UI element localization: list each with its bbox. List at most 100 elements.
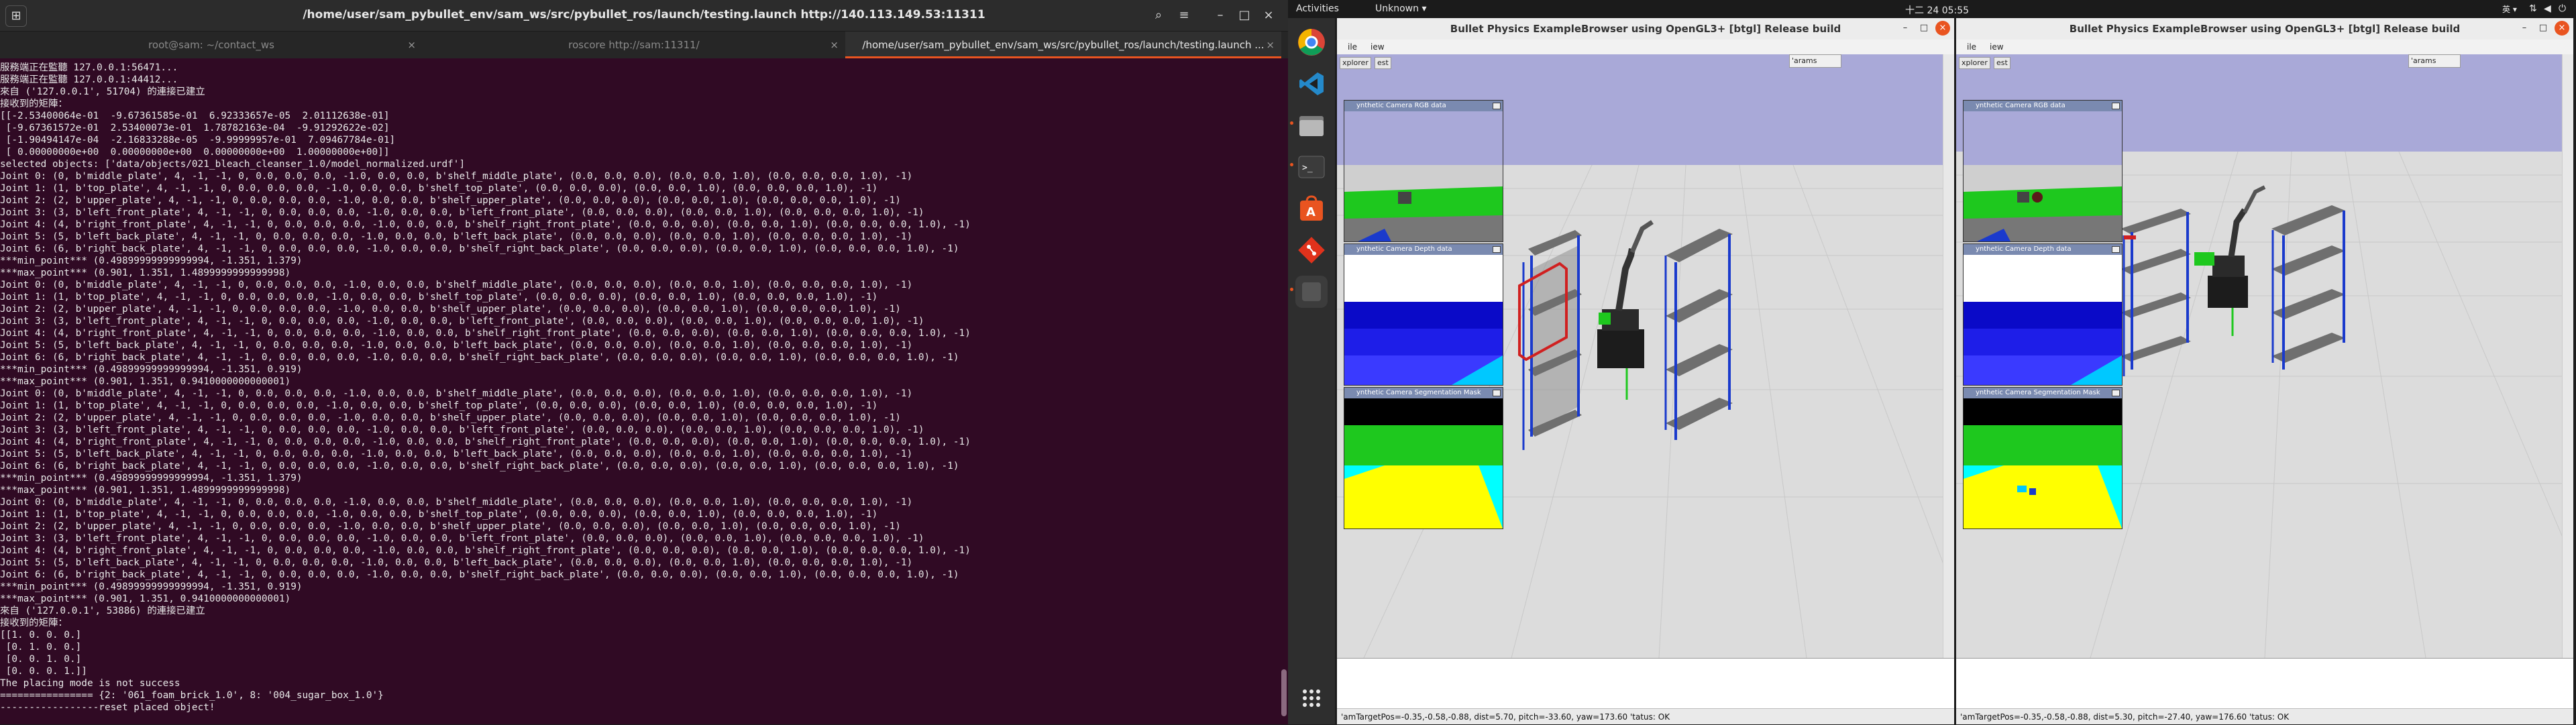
menu-file[interactable]: ile bbox=[1967, 42, 1976, 52]
terminal-output[interactable]: 服務端正在監聽 127.0.0.1:56471... 服務端正在監聽 127.0.… bbox=[0, 62, 1275, 722]
terminal-window[interactable]: ⊞ /home/user/sam_pybullet_env/sam_ws/src… bbox=[0, 0, 1288, 724]
camera-depth-panel[interactable]: ynthetic Camera Depth data bbox=[1963, 243, 2123, 386]
panel-toggle-icon[interactable] bbox=[1493, 103, 1501, 109]
tab-close-icon[interactable]: × bbox=[830, 32, 839, 58]
gnome-top-bar: Activities Unknown ▾ 十二 24 05:55 英 ▾ ⇅ ◀… bbox=[1288, 0, 2576, 18]
tab-contact-ws[interactable]: root@sam: ~/contact_ws × bbox=[0, 32, 423, 58]
terminal-icon[interactable]: >_ bbox=[1295, 151, 1328, 183]
menu-view[interactable]: iew bbox=[1990, 42, 2004, 52]
terminal-line: Joint 5: (5, b'left_back_plate', 4, -1, … bbox=[0, 557, 913, 568]
minimize-icon[interactable]: – bbox=[2517, 21, 2532, 36]
3d-viewport[interactable]: xplorer est 'arams ynthetic Camera RGB d… bbox=[1337, 54, 1943, 658]
console-area[interactable] bbox=[1337, 658, 1954, 709]
terminal-line: 來自 ('127.0.0.1', 51704) 的連接已建立 bbox=[0, 87, 205, 97]
terminal-line: Joint 5: (5, b'left_back_plate', 4, -1, … bbox=[0, 340, 913, 351]
input-method-icon[interactable]: 英 ▾ bbox=[2502, 3, 2517, 15]
volume-icon[interactable]: ◀ bbox=[2544, 3, 2551, 14]
maximize-icon[interactable]: □ bbox=[1234, 5, 1254, 25]
terminal-line: The placing mode is not success bbox=[0, 678, 180, 689]
terminal-line: Joint 0: (0, b'middle_plate', 4, -1, -1,… bbox=[0, 280, 913, 290]
tab-close-icon[interactable]: × bbox=[407, 32, 416, 58]
camera-depth-panel[interactable]: ynthetic Camera Depth data bbox=[1344, 243, 1503, 386]
tab-explorer[interactable]: xplorer bbox=[1340, 57, 1371, 69]
menu-file[interactable]: ile bbox=[1348, 42, 1357, 52]
tab-testing-launch[interactable]: /home/user/sam_pybullet_env/sam_ws/src/p… bbox=[845, 32, 1281, 58]
3d-viewport[interactable]: xplorer est 'arams ynthetic Camera RGB d… bbox=[1956, 54, 2563, 658]
camera-segmentation-panel[interactable]: ynthetic Camera Segmentation Mask bbox=[1963, 387, 2123, 529]
terminal-line: Joint 0: (0, b'middle_plate', 4, -1, -1,… bbox=[0, 388, 913, 399]
terminal-titlebar[interactable]: ⊞ /home/user/sam_pybullet_env/sam_ws/src… bbox=[0, 0, 1288, 32]
files-icon[interactable] bbox=[1295, 109, 1328, 142]
viewport-scrollbar[interactable] bbox=[1943, 54, 1954, 658]
menu-view[interactable]: iew bbox=[1371, 42, 1385, 52]
close-icon[interactable]: × bbox=[1935, 21, 1950, 36]
terminal-line: ***max_point*** (0.901, 1.351, 0.9410000… bbox=[0, 376, 291, 387]
terminal-line: ***max_point*** (0.901, 1.351, 0.9410000… bbox=[0, 594, 291, 604]
git-icon[interactable] bbox=[1295, 234, 1328, 266]
terminal-line: [0. 0. 1. 0.] bbox=[0, 654, 82, 665]
terminal-line: ***min_point*** (0.49899999999999994, -1… bbox=[0, 581, 303, 592]
activities-button[interactable]: Activities bbox=[1296, 3, 1339, 14]
close-icon[interactable]: × bbox=[1258, 5, 1279, 25]
tab-params[interactable]: 'arams bbox=[1789, 54, 1841, 68]
status-bar: 'amTargetPos=-0.35,-0.58,-0.88, dist=5.7… bbox=[1337, 708, 1954, 724]
panel-toggle-icon[interactable] bbox=[2112, 103, 2120, 109]
terminal-line: -----------------reset placed object! bbox=[0, 702, 215, 713]
panel-toggle-icon[interactable] bbox=[2112, 390, 2120, 396]
clock[interactable]: 十二 24 05:55 bbox=[1905, 3, 1969, 17]
chrome-icon[interactable] bbox=[1295, 26, 1328, 58]
camera-rgb-panel[interactable]: ynthetic Camera RGB data bbox=[1963, 100, 2123, 242]
terminal-line: Joint 5: (5, b'left_back_plate', 4, -1, … bbox=[0, 231, 913, 242]
tab-close-icon[interactable]: × bbox=[1266, 32, 1275, 56]
tab-explorer[interactable]: xplorer bbox=[1959, 57, 1990, 69]
terminal-scrollbar[interactable] bbox=[1281, 62, 1287, 719]
camera-rgb-panel[interactable]: ynthetic Camera RGB data bbox=[1344, 100, 1503, 242]
software-store-icon[interactable]: A bbox=[1295, 192, 1328, 225]
bullet-window-left[interactable]: Bullet Physics ExampleBrowser using Open… bbox=[1337, 18, 1954, 724]
maximize-icon[interactable]: □ bbox=[1917, 21, 1931, 36]
tab-test[interactable]: est bbox=[1375, 57, 1391, 69]
power-icon[interactable]: ⏻ bbox=[2559, 3, 2566, 14]
close-icon[interactable]: × bbox=[2555, 21, 2569, 36]
minimize-icon[interactable]: – bbox=[1210, 5, 1230, 25]
bullet-window-right[interactable]: Bullet Physics ExampleBrowser using Open… bbox=[1956, 18, 2573, 724]
terminal-line: Joint 1: (1, b'top_plate', 4, -1, -1, 0,… bbox=[0, 509, 878, 520]
scrollbar-thumb[interactable] bbox=[1281, 669, 1287, 716]
running-indicator bbox=[1290, 121, 1293, 125]
camera-segmentation-panel[interactable]: ynthetic Camera Segmentation Mask bbox=[1344, 387, 1503, 529]
network-icon[interactable]: ⇅ bbox=[2529, 3, 2537, 14]
unknown-app-icon[interactable] bbox=[1295, 276, 1328, 308]
app-menu[interactable]: Unknown ▾ bbox=[1375, 3, 1426, 14]
terminal-line: Joint 3: (3, b'left_front_plate', 4, -1,… bbox=[0, 533, 924, 544]
terminal-line: Joint 0: (0, b'middle_plate', 4, -1, -1,… bbox=[0, 171, 913, 182]
terminal-tab-bar: root@sam: ~/contact_ws × roscore http://… bbox=[0, 32, 1288, 58]
terminal-line: 服務端正在監聽 127.0.0.1:56471... bbox=[0, 62, 178, 73]
terminal-line: 接收到的矩陣： bbox=[0, 99, 68, 109]
panel-title: ynthetic Camera RGB data bbox=[1356, 102, 1446, 109]
bullet-title: Bullet Physics ExampleBrowser using Open… bbox=[1956, 18, 2573, 40]
tab-roscore[interactable]: roscore http://sam:11311/ × bbox=[423, 32, 845, 58]
terminal-line: ***max_point*** (0.901, 1.351, 1.4899999… bbox=[0, 485, 291, 496]
bullet-title: Bullet Physics ExampleBrowser using Open… bbox=[1337, 18, 1954, 40]
grid-icon[interactable] bbox=[1295, 682, 1328, 714]
panel-toggle-icon[interactable] bbox=[2112, 246, 2120, 253]
vscode-icon[interactable] bbox=[1295, 68, 1328, 100]
panel-toggle-icon[interactable] bbox=[1493, 246, 1501, 253]
maximize-icon[interactable]: □ bbox=[2536, 21, 2551, 36]
tab-params[interactable]: 'arams bbox=[2408, 54, 2461, 68]
panel-toggle-icon[interactable] bbox=[1493, 390, 1501, 396]
terminal-line: [[-2.53400064e-01 -9.67361585e-01 6.9233… bbox=[0, 111, 390, 121]
panel-title: ynthetic Camera Depth data bbox=[1356, 245, 1452, 253]
minimize-icon[interactable]: – bbox=[1898, 21, 1913, 36]
search-icon[interactable]: ⌕ bbox=[1148, 5, 1169, 25]
terminal-line: [ 0.00000000e+00 0.00000000e+00 0.000000… bbox=[0, 147, 390, 158]
tab-test[interactable]: est bbox=[1994, 57, 2010, 69]
terminal-line: 服務端正在監聽 127.0.0.1:44412... bbox=[0, 74, 178, 85]
tab-label: /home/user/sam_pybullet_env/sam_ws/src/p… bbox=[862, 39, 1265, 51]
terminal-line: Joint 2: (2, b'upper_plate', 4, -1, -1, … bbox=[0, 412, 901, 423]
terminal-line: Joint 1: (1, b'top_plate', 4, -1, -1, 0,… bbox=[0, 292, 878, 302]
console-area[interactable] bbox=[1956, 658, 2573, 709]
terminal-line: [-9.67361572e-01 2.53400073e-01 1.787821… bbox=[0, 123, 390, 133]
viewport-scrollbar[interactable] bbox=[2562, 54, 2573, 658]
hamburger-menu-icon[interactable]: ≡ bbox=[1174, 5, 1194, 25]
